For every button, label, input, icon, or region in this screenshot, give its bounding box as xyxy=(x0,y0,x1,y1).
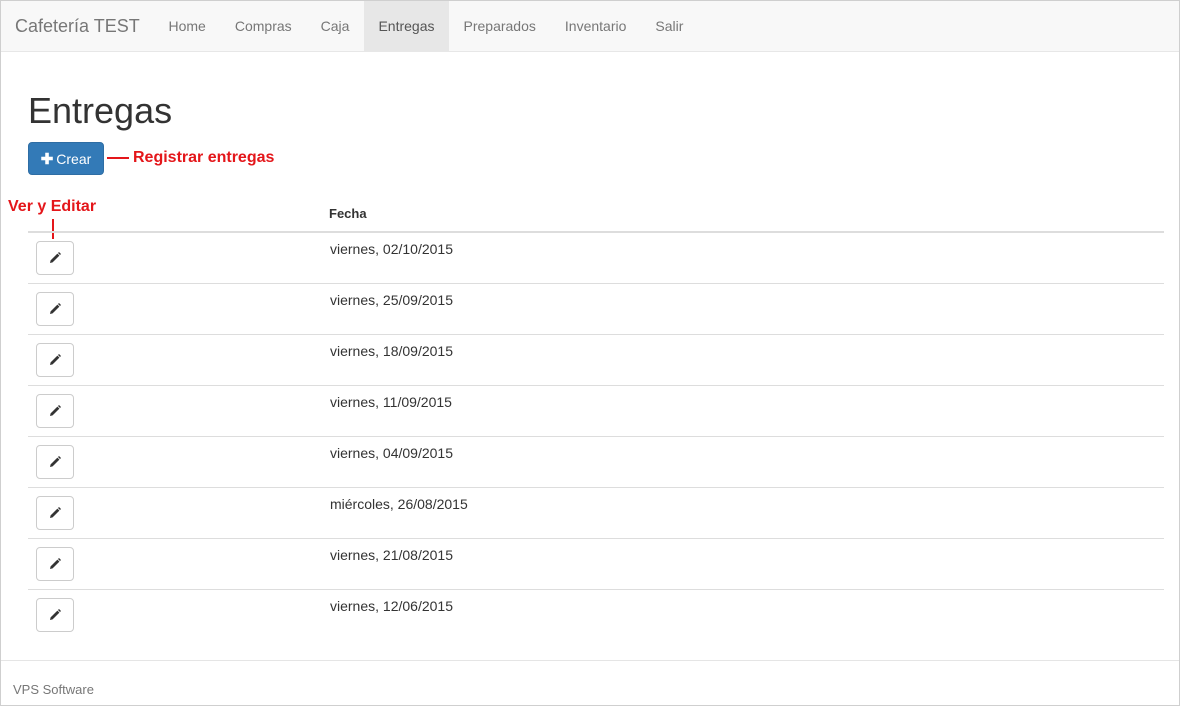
table-row: viernes, 02/10/2015 xyxy=(28,233,1164,284)
table-row: viernes, 25/09/2015 xyxy=(28,284,1164,335)
row-date: viernes, 21/08/2015 xyxy=(330,547,453,563)
edit-button[interactable] xyxy=(36,496,74,530)
nav-item-salir[interactable]: Salir xyxy=(641,1,698,51)
pencil-icon xyxy=(50,507,61,518)
row-date: viernes, 04/09/2015 xyxy=(330,445,453,461)
table-row: viernes, 18/09/2015 xyxy=(28,335,1164,386)
footer-text: VPS Software xyxy=(13,682,94,697)
pencil-icon xyxy=(50,252,61,263)
row-date: viernes, 25/09/2015 xyxy=(330,292,453,308)
row-date: viernes, 12/06/2015 xyxy=(330,598,453,614)
table-row: viernes, 11/09/2015 xyxy=(28,386,1164,437)
navbar-brand[interactable]: Cafetería TEST xyxy=(15,1,140,51)
pencil-icon xyxy=(50,303,61,314)
nav-item-preparados[interactable]: Preparados xyxy=(449,1,550,51)
pencil-icon xyxy=(50,354,61,365)
table-row: viernes, 04/09/2015 xyxy=(28,437,1164,488)
annotation-line-create xyxy=(107,157,129,159)
edit-button[interactable] xyxy=(36,292,74,326)
nav-item-inventario[interactable]: Inventario xyxy=(550,1,640,51)
navbar: Cafetería TEST Home Compras Caja Entrega… xyxy=(1,1,1179,52)
row-date: miércoles, 26/08/2015 xyxy=(330,496,468,512)
row-date: viernes, 02/10/2015 xyxy=(330,241,453,257)
table-row: viernes, 21/08/2015 xyxy=(28,539,1164,590)
annotation-edit: Ver y Editar xyxy=(8,198,97,215)
annotation-create: Registrar entregas xyxy=(133,149,275,166)
table-row: viernes, 12/06/2015 xyxy=(28,590,1164,641)
plus-icon: ✚ xyxy=(40,150,54,168)
create-button[interactable]: ✚ Crear xyxy=(28,142,104,175)
pencil-icon xyxy=(50,609,61,620)
column-header-fecha: Fecha xyxy=(329,206,367,221)
nav-item-caja[interactable]: Caja xyxy=(306,1,364,51)
row-date: viernes, 11/09/2015 xyxy=(330,394,452,410)
edit-button[interactable] xyxy=(36,241,74,275)
pencil-icon xyxy=(50,558,61,569)
page-title: Entregas xyxy=(28,90,173,131)
nav-item-compras[interactable]: Compras xyxy=(220,1,306,51)
nav-item-home[interactable]: Home xyxy=(154,1,220,51)
edit-button[interactable] xyxy=(36,547,74,581)
footer-divider xyxy=(1,660,1179,661)
nav-item-entregas[interactable]: Entregas xyxy=(363,1,449,51)
edit-button[interactable] xyxy=(36,394,74,428)
edit-button[interactable] xyxy=(36,598,74,632)
nav-items: Home Compras Caja Entregas Preparados In… xyxy=(154,1,698,51)
pencil-icon xyxy=(50,456,61,467)
pencil-icon xyxy=(50,405,61,416)
edit-button[interactable] xyxy=(36,343,74,377)
row-date: viernes, 18/09/2015 xyxy=(330,343,453,359)
create-button-label: Crear xyxy=(56,150,92,167)
edit-button[interactable] xyxy=(36,445,74,479)
table-row: miércoles, 26/08/2015 xyxy=(28,488,1164,539)
